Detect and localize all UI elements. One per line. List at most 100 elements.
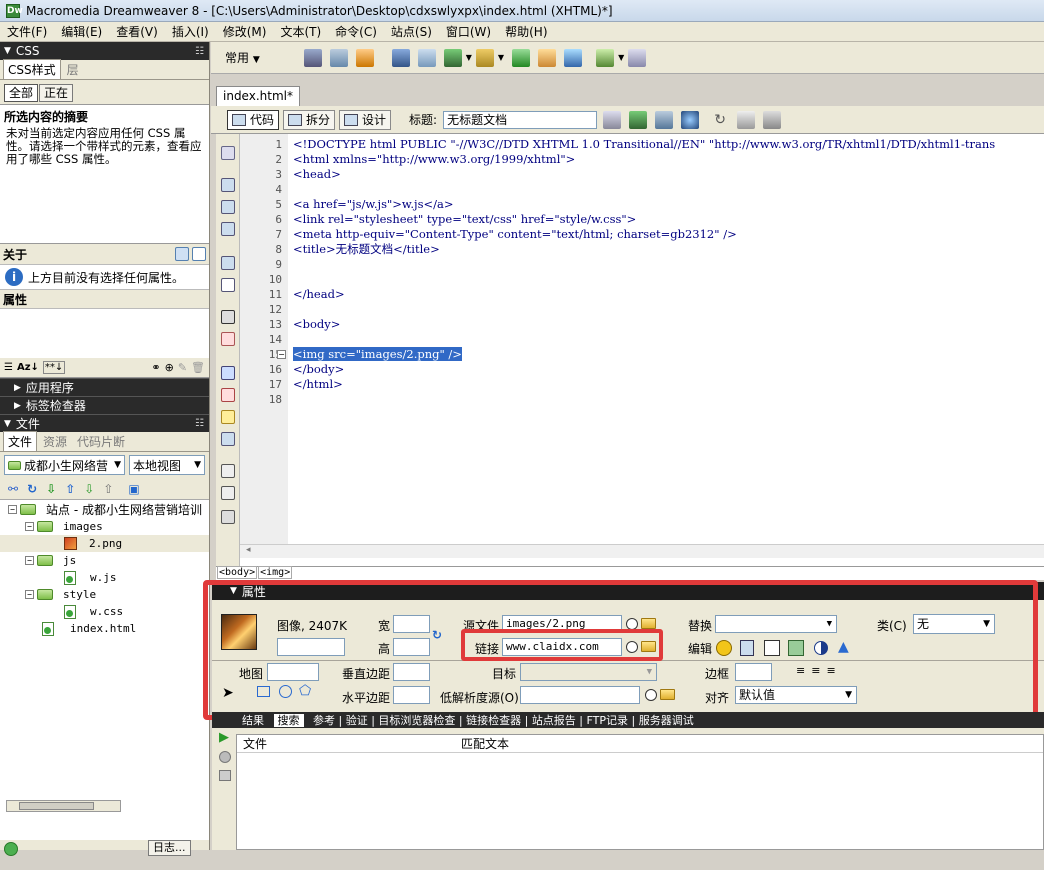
circle-hotspot-icon[interactable] — [279, 685, 292, 698]
map-input[interactable] — [267, 663, 319, 681]
all-mode-button[interactable]: 全部 — [4, 84, 39, 102]
current-mode-button[interactable]: 正在 — [39, 84, 74, 102]
collapse-full-tag-icon[interactable] — [221, 178, 235, 192]
menu-file[interactable]: 文件(F) — [0, 23, 54, 40]
category-view-icon[interactable]: ☰ — [4, 362, 13, 373]
outdent-code-icon[interactable] — [221, 486, 235, 500]
show-cascade-icon[interactable] — [192, 247, 206, 261]
table-icon[interactable] — [391, 48, 410, 67]
brightness-contrast-icon[interactable] — [814, 641, 828, 655]
check-out-icon[interactable]: ⇩ — [84, 482, 94, 496]
tab-target-browser-check[interactable]: 目标浏览器检查 — [378, 714, 455, 727]
code-line[interactable]: <!DOCTYPE html PUBLIC "-//W3C//DTD XHTML… — [293, 137, 995, 152]
code-line[interactable]: <html xmlns="http://www.w3.org/1999/xhtm… — [293, 152, 575, 167]
refresh-design-icon[interactable]: ↻ — [711, 110, 730, 129]
apply-comment-icon[interactable] — [221, 366, 235, 380]
stop-icon[interactable] — [219, 751, 231, 763]
email-link-icon[interactable] — [329, 48, 348, 67]
insert-category-select[interactable]: 常用 ▼ — [225, 49, 260, 66]
collapse-icon[interactable]: − — [25, 556, 34, 565]
polygon-hotspot-icon[interactable]: ⬠ — [299, 683, 311, 699]
css-panel-header[interactable]: ▼ CSS ☷ — [0, 42, 209, 60]
tab-validation[interactable]: 验证 — [346, 714, 368, 727]
tree-row-2png[interactable]: 2.png — [0, 535, 209, 552]
menu-view[interactable]: 查看(V) — [109, 23, 165, 40]
menu-text[interactable]: 文本(T) — [273, 23, 328, 40]
code-line[interactable]: <body> — [293, 317, 340, 332]
menu-modify[interactable]: 修改(M) — [216, 23, 274, 40]
format-source-icon[interactable] — [221, 510, 235, 524]
browse-folder-icon[interactable] — [641, 618, 656, 629]
save-report-icon[interactable] — [219, 770, 231, 781]
image-name-input[interactable] — [277, 638, 345, 656]
tree-row-site[interactable]: − 站点 - 成都小生网络营销培训 — [8, 501, 202, 518]
align-select[interactable]: 默认值 ▼ — [735, 686, 857, 704]
code-horizontal-scrollbar[interactable]: ◂ — [240, 544, 1044, 558]
collapse-icon[interactable]: − — [25, 590, 34, 599]
line-numbers-icon[interactable] — [221, 310, 235, 324]
comment-icon[interactable] — [538, 48, 557, 67]
file-management-icon[interactable] — [655, 110, 674, 129]
dropdown-arrow-icon[interactable]: ▼ — [466, 53, 472, 62]
view-select[interactable]: 本地视图 ▼ — [129, 455, 205, 475]
tab-site-reports[interactable]: 站点报告 — [532, 714, 576, 727]
tree-row-wcss[interactable]: w.css — [64, 603, 123, 620]
lowsrc-input[interactable] — [520, 686, 640, 704]
tab-assets[interactable]: 资源 — [39, 432, 71, 451]
code-line[interactable]: </body> — [293, 362, 344, 377]
media-icon[interactable] — [475, 48, 494, 67]
code-line[interactable]: <link rel="stylesheet" type="text/css" h… — [293, 212, 636, 227]
collapse-icon[interactable]: − — [25, 522, 34, 531]
get-files-icon[interactable]: ⇩ — [46, 482, 56, 496]
edit-style-icon[interactable]: ✎ — [178, 361, 187, 374]
image-icon[interactable] — [443, 48, 462, 67]
indent-code-icon[interactable] — [221, 464, 235, 478]
visual-aids-icon[interactable] — [763, 110, 782, 129]
tree-row-images[interactable]: − images — [25, 518, 103, 535]
code-line[interactable]: <title>无标题文档</title> — [293, 242, 440, 257]
document-title-input[interactable]: 无标题文档 — [443, 110, 598, 129]
files-panel-header[interactable]: ▼ 文件 ☷ — [0, 414, 209, 432]
scroll-left-icon[interactable]: ◂ — [246, 545, 251, 555]
alt-select[interactable]: ▼ — [715, 615, 837, 633]
menu-edit[interactable]: 编辑(E) — [54, 23, 109, 40]
point-to-file-icon[interactable] — [645, 689, 657, 701]
code-view-button[interactable]: 代码 — [227, 109, 280, 130]
code-line[interactable]: </html> — [293, 377, 343, 392]
templates-icon[interactable] — [596, 48, 615, 67]
tree-row-style[interactable]: − style — [25, 586, 96, 603]
tab-link-checker[interactable]: 链接检查器 — [466, 714, 521, 727]
align-center-icon[interactable]: ≡ — [811, 664, 826, 677]
design-view-button[interactable]: 设计 — [339, 109, 392, 130]
tab-layers[interactable]: 层 — [63, 60, 83, 79]
code-line[interactable]: <img src="images/2.png" /> — [293, 347, 462, 362]
date-icon[interactable] — [512, 48, 531, 67]
view-options-icon[interactable] — [737, 110, 756, 129]
tag-img[interactable]: <img> — [258, 566, 293, 579]
put-files-icon[interactable]: ⇧ — [65, 482, 75, 496]
column-file[interactable]: 文件 — [237, 735, 457, 752]
column-matched-text[interactable]: 匹配文本 — [457, 735, 509, 752]
tree-row-wjs[interactable]: w.js — [64, 569, 117, 586]
play-search-icon[interactable]: ▶ — [219, 730, 229, 745]
resample-icon[interactable] — [788, 640, 804, 656]
application-panel-header[interactable]: ▶ 应用程序 — [0, 378, 209, 396]
remove-comment-icon[interactable] — [221, 388, 235, 402]
hspace-input[interactable] — [393, 686, 430, 704]
collapse-selection-icon[interactable] — [221, 200, 235, 214]
menu-commands[interactable]: 命令(C) — [328, 23, 384, 40]
code-line[interactable]: <head> — [293, 167, 341, 182]
alpha-view-icon[interactable]: Az↓ — [17, 362, 39, 373]
hyperlink-icon[interactable] — [303, 48, 322, 67]
tab-reference[interactable]: 参考 — [313, 714, 335, 727]
rect-hotspot-icon[interactable] — [257, 686, 270, 697]
align-right-icon[interactable]: ≡ — [826, 664, 841, 677]
site-select[interactable]: 成都小生网络营 ▼ — [4, 455, 125, 475]
split-view-button[interactable]: 拆分 — [283, 109, 336, 130]
layer-icon[interactable] — [417, 48, 436, 67]
class-select[interactable]: 无 ▼ — [913, 614, 995, 634]
expand-all-icon[interactable] — [221, 222, 235, 236]
delete-rule-icon[interactable]: 🗑 — [191, 361, 205, 374]
height-input[interactable] — [393, 638, 430, 656]
sharpen-icon[interactable]: ▲ — [838, 639, 849, 655]
